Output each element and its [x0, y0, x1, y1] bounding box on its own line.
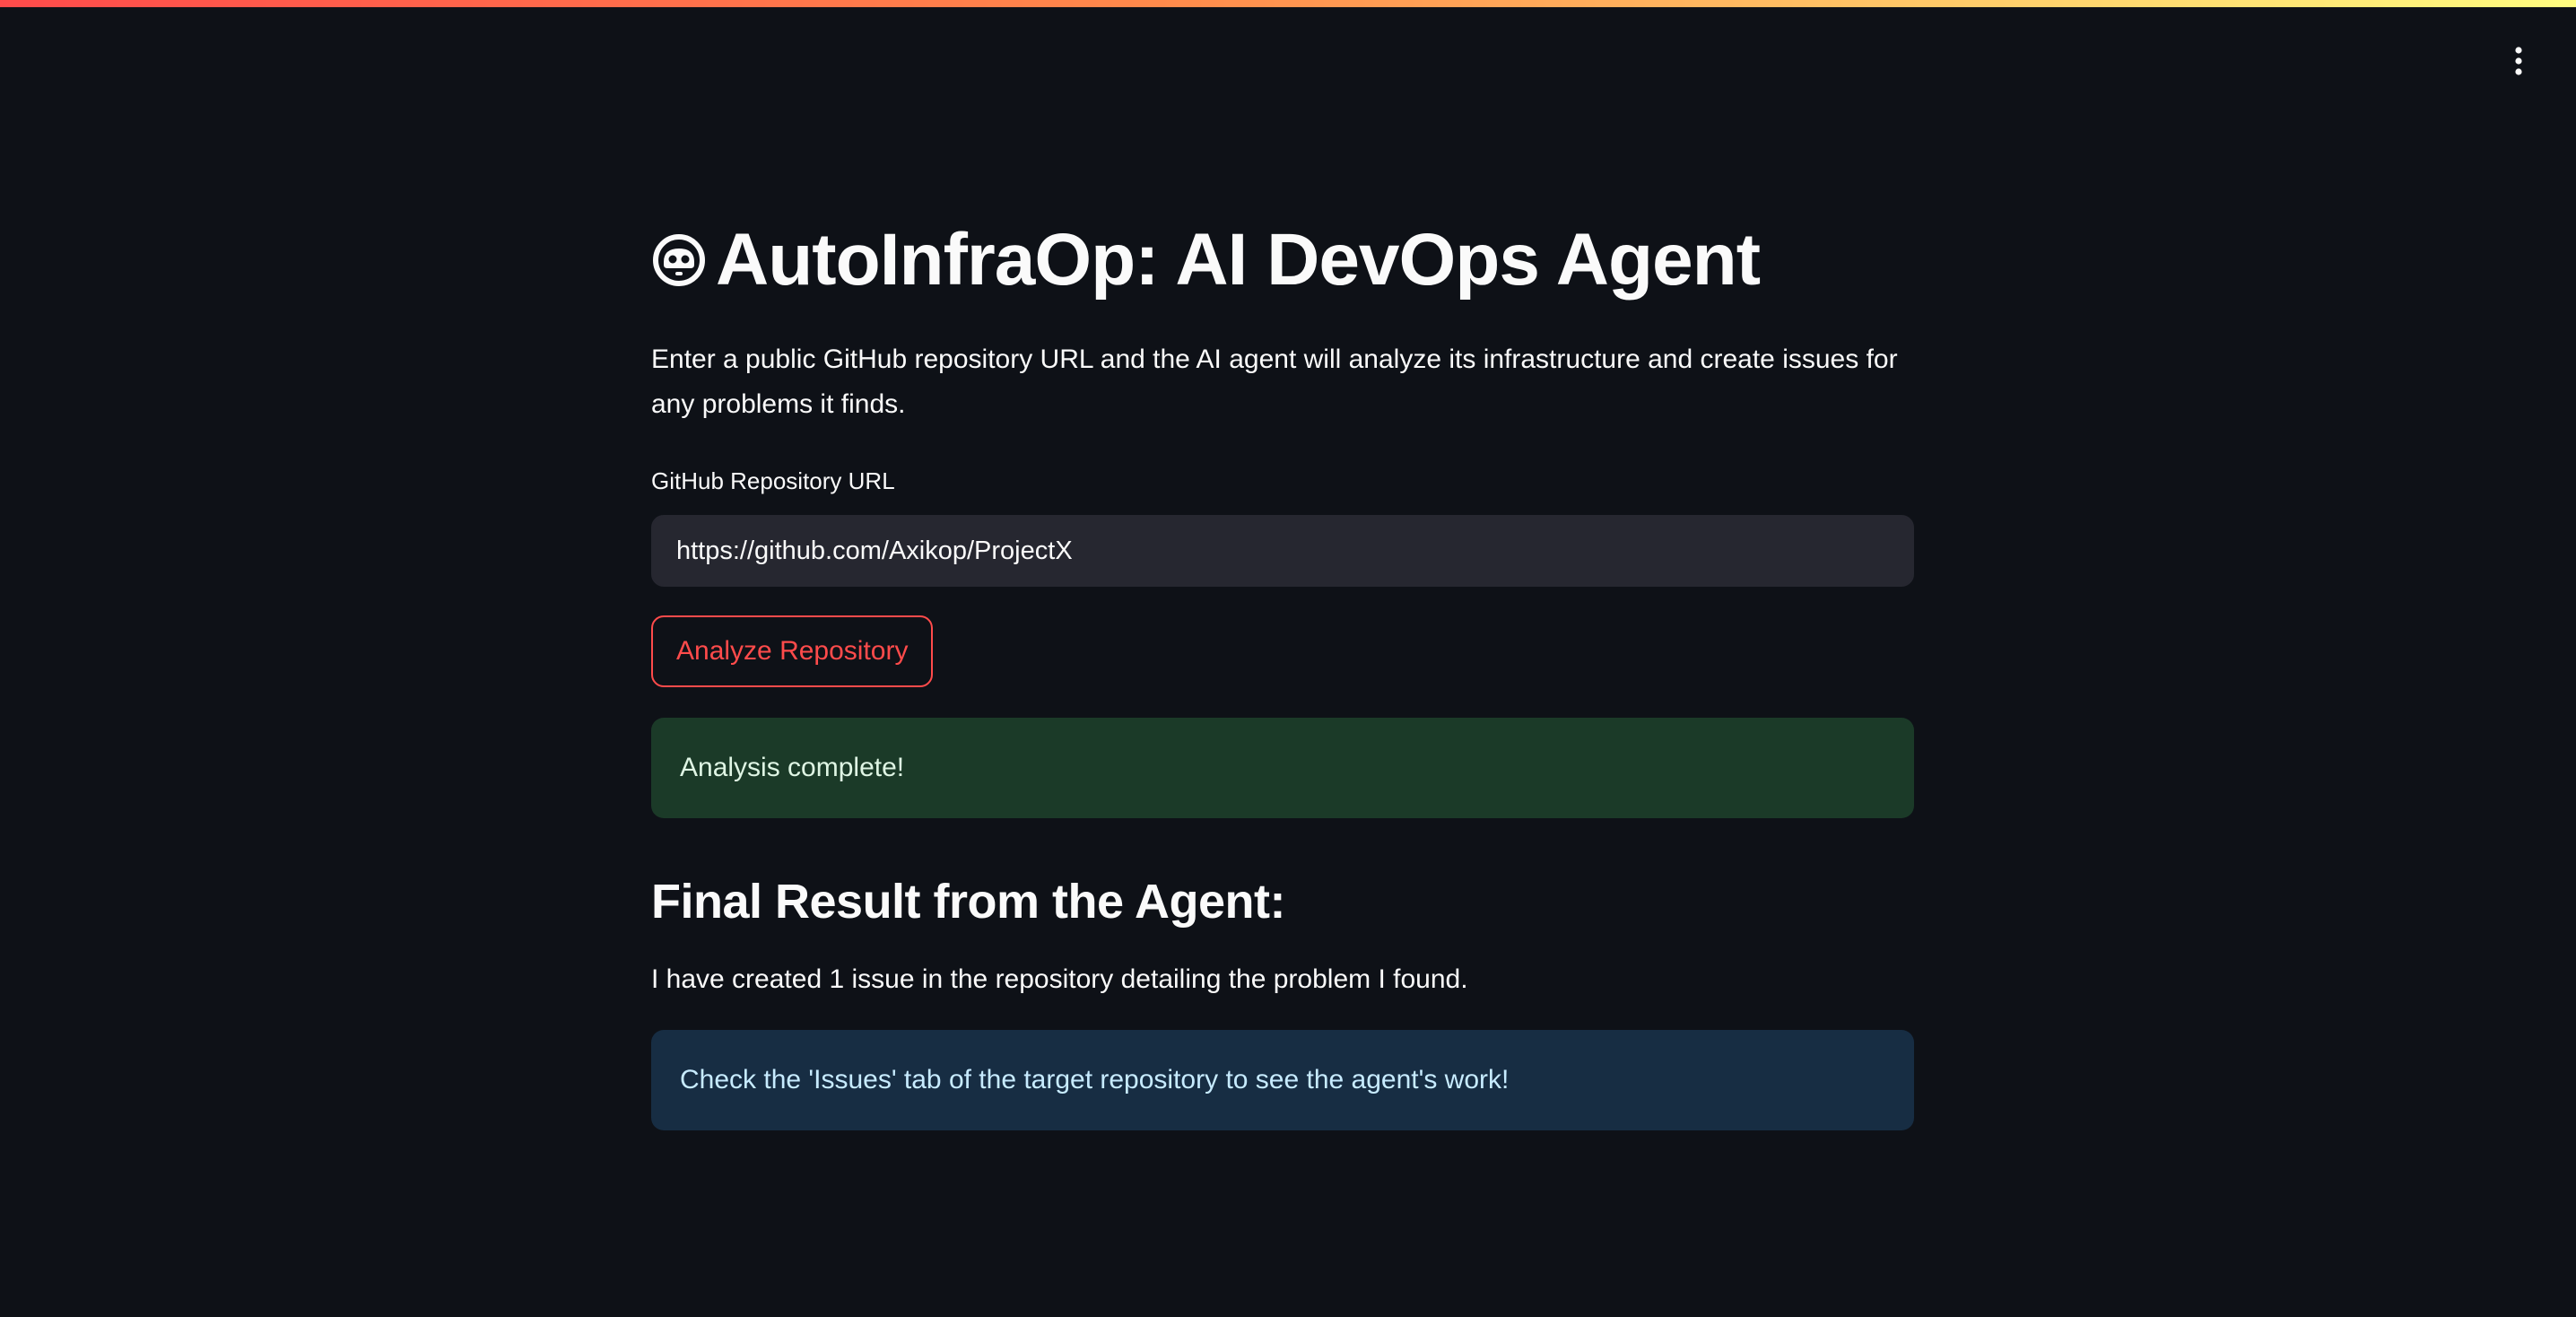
- repo-url-label: GitHub Repository URL: [651, 467, 895, 494]
- repo-url-input[interactable]: [651, 515, 1914, 587]
- result-heading: Final Result from the Agent:: [651, 875, 1286, 929]
- success-alert-text: Analysis complete!: [680, 753, 905, 782]
- success-alert: Analysis complete!: [651, 718, 1914, 818]
- info-alert: Check the 'Issues' tab of the target rep…: [651, 1030, 1914, 1130]
- analyze-repository-button[interactable]: Analyze Repository: [651, 615, 934, 687]
- page-title: AutoInfraOp: AI DevOps Agent: [716, 218, 1761, 301]
- vertical-ellipsis-icon: [2515, 47, 2522, 75]
- top-decoration-bar: [0, 0, 2576, 7]
- robot-face-icon: [651, 232, 707, 288]
- title-row: AutoInfraOp: AI DevOps Agent: [651, 206, 1914, 314]
- page-description: Enter a public GitHub repository URL and…: [651, 345, 1898, 419]
- info-alert-text: Check the 'Issues' tab of the target rep…: [680, 1065, 1510, 1095]
- app-page: AutoInfraOp: AI DevOps Agent Enter a pub…: [0, 0, 2576, 1317]
- main-content: AutoInfraOp: AI DevOps Agent Enter a pub…: [651, 206, 1914, 1130]
- main-menu-button[interactable]: [2497, 39, 2540, 83]
- result-text: I have created 1 issue in the repository…: [651, 964, 1468, 994]
